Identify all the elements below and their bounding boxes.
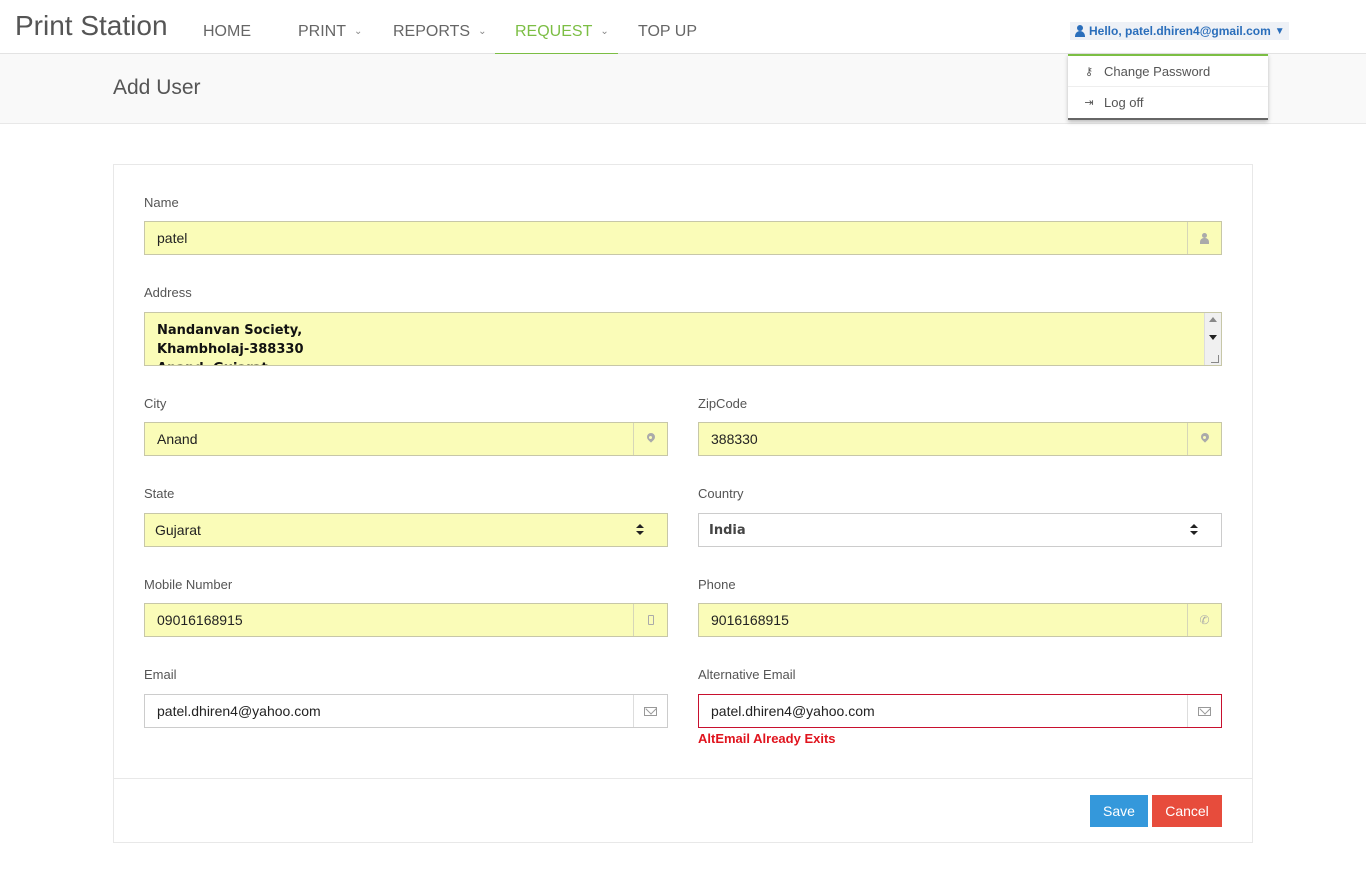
map-marker-icon xyxy=(1201,433,1209,445)
key-icon: ⚷ xyxy=(1084,65,1094,78)
name-input-value: patel xyxy=(157,230,188,246)
address-textarea[interactable]: Nandanvan Society, Khambholaj-388330 Ana… xyxy=(144,312,1222,366)
phone-icon: ✆ xyxy=(1199,613,1210,627)
top-navbar: Print Station HOME PRINT ⌄ REPORTS ⌄ REQ… xyxy=(0,0,1366,55)
zipcode-label: ZipCode xyxy=(698,396,748,411)
menu-item-label: Log off xyxy=(1104,95,1144,110)
alt-email-input-value: patel.dhiren4@yahoo.com xyxy=(711,703,875,719)
envelope-icon xyxy=(644,706,657,716)
envelope-icon xyxy=(1198,706,1211,716)
zipcode-input-value: 388330 xyxy=(711,431,758,447)
email-input[interactable]: patel.dhiren4@yahoo.com xyxy=(144,694,668,728)
chevron-down-icon: ⌄ xyxy=(478,25,487,37)
page-title: Add User xyxy=(113,76,201,99)
mobile-label: Mobile Number xyxy=(144,577,233,592)
scroll-down-icon[interactable] xyxy=(1209,335,1217,340)
save-button[interactable]: Save xyxy=(1090,795,1148,827)
state-select-value: Gujarat xyxy=(155,522,201,538)
chevron-down-icon: ▼ xyxy=(1274,25,1285,37)
city-label: City xyxy=(144,396,167,411)
city-addon xyxy=(633,423,667,455)
name-label: Name xyxy=(144,195,179,210)
email-input-value: patel.dhiren4@yahoo.com xyxy=(157,703,321,719)
menu-item-label: Change Password xyxy=(1104,63,1211,79)
alt-email-addon xyxy=(1187,695,1221,727)
alt-email-label: Alternative Email xyxy=(698,667,796,682)
mobile-phone-icon xyxy=(647,615,654,625)
mobile-input[interactable]: 09016168915 xyxy=(144,603,668,637)
phone-addon: ✆ xyxy=(1187,604,1221,636)
mobile-addon xyxy=(633,604,667,636)
city-input[interactable]: Anand xyxy=(144,422,668,456)
nav-item-reports[interactable]: REPORTS ⌄ xyxy=(373,0,495,54)
brand-logo[interactable]: Print Station xyxy=(15,10,168,42)
user-icon xyxy=(1074,25,1086,37)
country-select-value: India xyxy=(709,522,746,538)
chevron-down-icon: ⌄ xyxy=(600,25,609,37)
nav-item-label: TOP UP xyxy=(638,23,697,40)
logout-icon: ⇥ xyxy=(1084,97,1094,109)
user-dropdown-menu: ⚷ Change Password ⇥ Log off xyxy=(1068,54,1268,120)
city-input-value: Anand xyxy=(157,431,198,447)
address-textarea-value: Nandanvan Society, Khambholaj-388330 Ana… xyxy=(157,323,304,365)
nav-item-request[interactable]: REQUEST ⌄ xyxy=(495,0,618,55)
nav-item-label: PRINT xyxy=(298,23,346,40)
log-off-menu-item[interactable]: ⇥ Log off xyxy=(1068,87,1268,118)
chevron-down-icon: ⌄ xyxy=(354,25,363,37)
nav-item-label: REPORTS xyxy=(393,23,471,40)
alt-email-input[interactable]: patel.dhiren4@yahoo.com xyxy=(698,694,1222,728)
phone-label: Phone xyxy=(698,577,736,592)
address-scrollbar[interactable] xyxy=(1204,313,1221,365)
map-marker-icon xyxy=(647,433,655,445)
user-icon xyxy=(1199,232,1210,244)
name-addon xyxy=(1187,222,1221,254)
nav-item-label: REQUEST xyxy=(515,23,593,40)
resize-handle-icon[interactable] xyxy=(1211,355,1219,363)
cancel-button[interactable]: Cancel xyxy=(1152,795,1222,827)
change-password-menu-item[interactable]: ⚷ Change Password xyxy=(1068,56,1268,87)
zipcode-addon xyxy=(1187,423,1221,455)
main-nav: HOME PRINT ⌄ REPORTS ⌄ REQUEST ⌄ TOP UP xyxy=(183,0,718,55)
country-label: Country xyxy=(698,486,744,501)
phone-input[interactable]: 9016168915 ✆ xyxy=(698,603,1222,637)
add-user-form-panel: Name patel Address Nandanvan Society, Kh… xyxy=(113,164,1253,843)
select-arrows-icon xyxy=(1189,523,1199,537)
address-label: Address xyxy=(144,285,192,300)
email-addon xyxy=(633,695,667,727)
email-label: Email xyxy=(144,667,177,682)
state-label: State xyxy=(144,486,175,501)
scroll-up-icon[interactable] xyxy=(1209,317,1217,322)
nav-item-print[interactable]: PRINT ⌄ xyxy=(278,0,373,54)
country-select[interactable]: India xyxy=(698,513,1222,547)
nav-item-label: HOME xyxy=(203,23,251,40)
mobile-input-value: 09016168915 xyxy=(157,612,243,628)
user-greeting: Hello, patel.dhiren4@gmail.com xyxy=(1089,24,1271,38)
user-menu-toggle[interactable]: Hello, patel.dhiren4@gmail.com ▼ xyxy=(1070,22,1289,40)
form-footer-divider xyxy=(114,778,1252,779)
phone-input-value: 9016168915 xyxy=(711,612,789,628)
select-arrows-icon xyxy=(635,523,645,537)
nav-item-top-up[interactable]: TOP UP xyxy=(618,0,718,54)
state-select[interactable]: Gujarat xyxy=(144,513,668,547)
alt-email-error-message: AltEmail Already Exits xyxy=(698,731,836,746)
name-input[interactable]: patel xyxy=(144,221,1222,255)
zipcode-input[interactable]: 388330 xyxy=(698,422,1222,456)
nav-item-home[interactable]: HOME xyxy=(183,0,278,54)
